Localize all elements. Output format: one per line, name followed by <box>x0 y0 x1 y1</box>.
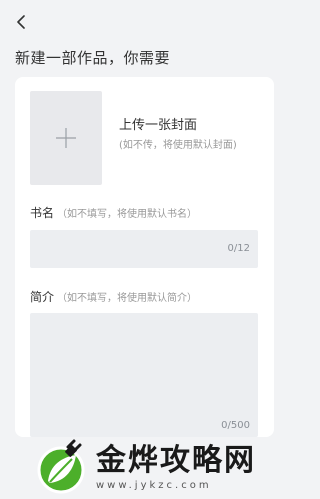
watermark-site-url: www.jykzc.com <box>96 480 212 491</box>
cover-upload-hint: (如不传，将使用默认封面) <box>119 140 237 151</box>
back-button[interactable] <box>10 10 34 34</box>
book-name-label: 书名 <box>30 206 55 220</box>
intro-counter: 0/500 <box>221 420 250 431</box>
create-work-screen: 新建一部作品，你需要 上传一张封面 (如不传，将使用默认封面) 书名 （如不填写，… <box>0 0 284 499</box>
work-form-card: 上传一张封面 (如不传，将使用默认封面) 书名 （如不填写，将使用默认书名） 0/… <box>15 77 274 437</box>
intro-field[interactable]: 0/500 <box>30 313 258 437</box>
book-name-label-row: 书名 （如不填写，将使用默认书名） <box>30 204 197 221</box>
plus-icon <box>56 128 76 148</box>
intro-hint: （如不填写，将使用默认简介） <box>57 293 198 304</box>
chevron-left-icon <box>17 15 25 29</box>
intro-label-row: 简介 （如不填写，将使用默认简介） <box>30 288 197 305</box>
cover-upload-button[interactable] <box>30 91 102 185</box>
leaf-plug-logo <box>37 439 85 494</box>
book-name-input[interactable] <box>30 230 258 268</box>
intro-label: 简介 <box>30 290 55 304</box>
cover-upload-title: 上传一张封面 <box>119 118 198 133</box>
intro-textarea[interactable] <box>30 313 258 437</box>
page-title: 新建一部作品，你需要 <box>15 49 171 67</box>
book-name-hint: （如不填写，将使用默认书名） <box>57 209 198 220</box>
book-name-counter: 0/12 <box>227 243 250 254</box>
site-watermark: 金烨攻略网 www.jykzc.com <box>30 437 284 499</box>
watermark-site-name: 金烨攻略网 <box>96 443 256 478</box>
book-name-field[interactable]: 0/12 <box>30 230 258 268</box>
